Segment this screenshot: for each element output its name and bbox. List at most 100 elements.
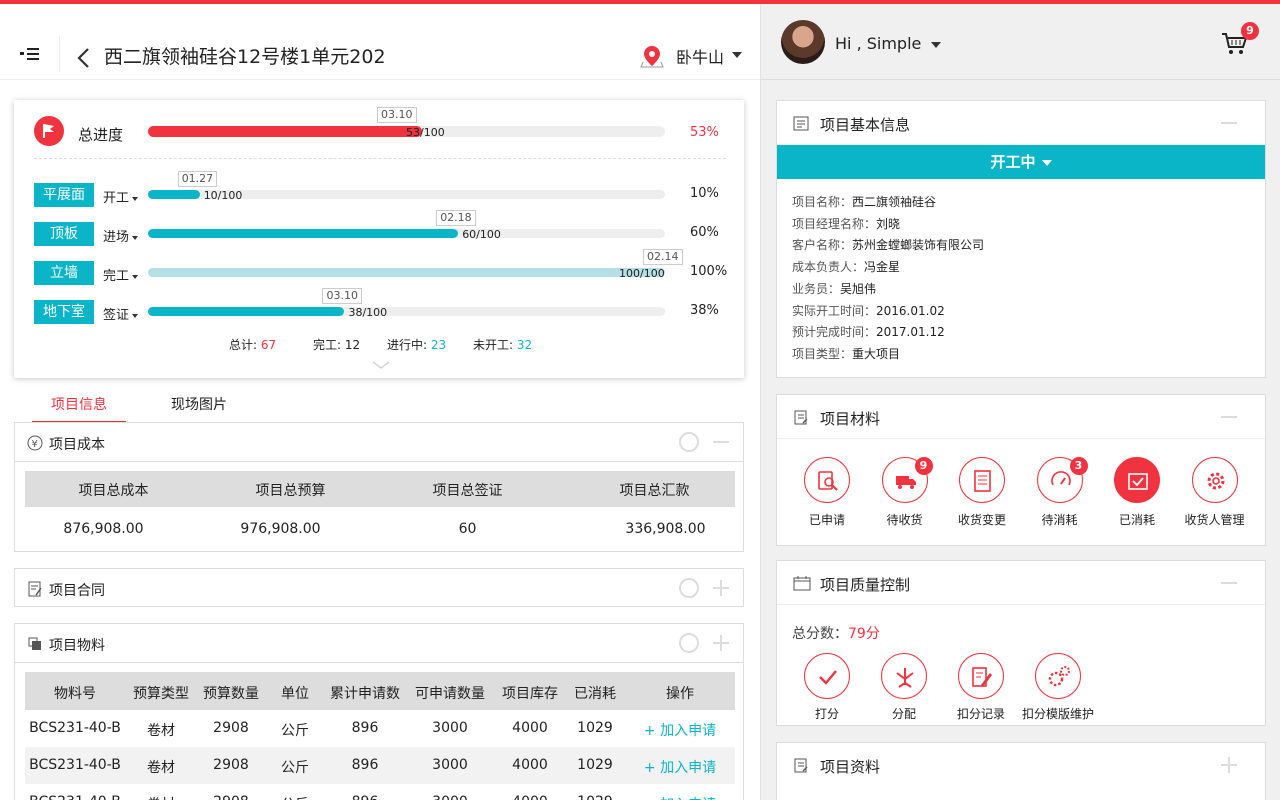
collapse-icon[interactable]: [1219, 407, 1239, 427]
basic-info-header: 项目基本信息: [777, 101, 1265, 145]
add-to-request-link[interactable]: + 加入申请: [625, 794, 735, 800]
avatar[interactable]: [781, 20, 825, 64]
table-cell: 卷材: [147, 723, 175, 739]
chevron-down-icon: [132, 274, 139, 279]
clipboard-icon: [793, 410, 809, 425]
location-selector[interactable]: 卧牛山: [676, 44, 724, 68]
table-cell: BCS231-40-B: [25, 794, 125, 800]
progress-fill: [148, 229, 459, 238]
project-status-dropdown[interactable]: 开工中: [777, 145, 1265, 179]
refresh-icon[interactable]: [679, 578, 699, 598]
stage-label: 开工: [103, 191, 130, 206]
refresh-icon[interactable]: [679, 633, 699, 653]
cost-value: 336,908.00: [625, 521, 706, 537]
location-pin-icon[interactable]: [640, 44, 664, 72]
chevron-down-icon[interactable]: [931, 42, 941, 48]
category-button[interactable]: 地下室: [34, 300, 94, 324]
progress-text: 100/100: [619, 267, 665, 280]
expand-plus-icon[interactable]: [1219, 755, 1239, 775]
check-icon[interactable]: [804, 653, 850, 699]
contract-doc-icon: [27, 581, 43, 597]
info-key: 项目名称：: [792, 195, 853, 209]
list-icon[interactable]: [959, 457, 1005, 503]
progress-percent: 10%: [690, 186, 719, 201]
collapse-icon[interactable]: [711, 432, 731, 452]
info-key: 预计完成时间：: [792, 325, 877, 340]
icon-label: 收货人管理: [1184, 513, 1245, 527]
stage-dropdown[interactable]: 签证: [103, 304, 139, 323]
menu-collapse-icon[interactable]: [20, 46, 40, 62]
user-greeting[interactable]: Hi , Simple: [835, 34, 921, 53]
table-row: BCS231-40-B 卷材 2908 公斤 896 3000 4000 1029 + 加入申请: [25, 710, 735, 747]
expand-chevron-icon[interactable]: [372, 358, 390, 369]
date-tag: 03.10: [377, 107, 417, 123]
info-key: 客户名称：: [792, 238, 853, 253]
quality-card: 项目质量控制 总分数：79分 打分 分配 扣分记录 扣分模版维护: [776, 560, 1266, 726]
total-progress-percent: 53%: [690, 125, 719, 140]
expand-plus-icon[interactable]: [711, 633, 731, 653]
progress-text: 60/100: [462, 228, 501, 241]
search-doc-icon[interactable]: [804, 457, 850, 503]
progress-bar: [148, 268, 665, 277]
date-tag: 01.27: [177, 171, 218, 187]
info-row: 预计完成时间：2017.01.12: [792, 323, 945, 340]
progress-percent: 60%: [690, 225, 719, 240]
info-value: 吴旭伟: [840, 281, 877, 296]
progress-text: 10/100: [203, 189, 243, 202]
count-badge: 3: [1069, 457, 1088, 475]
table-header-cell: 可申请数量: [415, 686, 485, 702]
chevron-down-icon: [132, 196, 139, 201]
stage-dropdown[interactable]: 开工: [103, 187, 139, 206]
collapse-icon[interactable]: [1219, 113, 1239, 133]
stage-dropdown[interactable]: 进场: [103, 226, 139, 245]
check-folder-icon[interactable]: [1114, 457, 1160, 503]
gear-icon[interactable]: [1191, 457, 1238, 503]
contract-panel: 项目合同: [14, 568, 744, 607]
stage-dropdown[interactable]: 完工: [103, 265, 139, 284]
info-value: 2017.01.12: [876, 325, 945, 340]
divider: [15, 461, 743, 462]
distribute-icon[interactable]: [881, 653, 927, 699]
right-pane: Hi , Simple 9 项目基本信息 开工中 项目名称：西二旗领袖硅谷项目经…: [760, 4, 1280, 800]
table-header-cell: 操作: [666, 686, 694, 702]
expand-plus-icon[interactable]: [711, 578, 731, 598]
cost-panel: ¥ 项目成本 项目总成本 项目总预算 项目总签证 项目总汇款 876,908.0…: [14, 422, 744, 552]
user-header: Hi , Simple 9: [761, 4, 1280, 80]
info-row: 项目经理名称：刘晓: [792, 215, 900, 232]
count-badge: 9: [914, 457, 933, 475]
tab-site-photos[interactable]: 现场图片: [171, 394, 227, 414]
cost-panel-header: ¥ 项目成本: [15, 423, 743, 461]
table-cell: 卷材: [125, 794, 197, 800]
stage-label: 进场: [103, 230, 130, 245]
info-key: 项目经理名称：: [792, 216, 877, 231]
table-cell: 3000: [432, 720, 468, 736]
info-row: 业务员：吴旭伟: [792, 280, 876, 297]
docs-card: 项目资料: [776, 742, 1266, 800]
category-button[interactable]: 平展面: [34, 183, 94, 207]
info-value: 西二旗领袖硅谷: [852, 195, 937, 209]
table-cell: 公斤: [265, 794, 325, 800]
add-to-request-link[interactable]: + 加入申请: [625, 757, 735, 777]
pen-record-icon[interactable]: [958, 653, 1004, 699]
table-cell: 公斤: [281, 723, 309, 739]
tab-project-info[interactable]: 项目信息: [51, 394, 107, 414]
gears-icon[interactable]: [1035, 653, 1081, 699]
header-divider: [59, 36, 60, 72]
table-header-cell: 预算类型: [133, 686, 189, 702]
summary-total: 总计: 67: [229, 338, 277, 352]
add-to-request-link[interactable]: + 加入申请: [625, 720, 735, 740]
cost-value: 876,908.00: [63, 521, 144, 537]
table-cell: 1029: [577, 757, 613, 773]
refresh-icon[interactable]: [679, 432, 699, 452]
back-arrow-icon[interactable]: [76, 46, 92, 70]
quality-card-header: 项目质量控制: [777, 561, 1265, 605]
total-progress-label: 总进度: [78, 126, 124, 144]
category-button[interactable]: 顶板: [34, 222, 94, 246]
quality-card-title: 项目质量控制: [820, 576, 911, 594]
category-button[interactable]: 立墙: [34, 261, 94, 285]
table-cell: 4000: [512, 757, 548, 773]
chevron-down-icon[interactable]: [732, 52, 742, 58]
collapse-icon[interactable]: [1219, 573, 1239, 593]
progress-card: 总进度 03.10 53/100 53% 平展面 开工 01.27 10/100 10%…: [14, 100, 744, 378]
stack-icon: [27, 636, 43, 652]
